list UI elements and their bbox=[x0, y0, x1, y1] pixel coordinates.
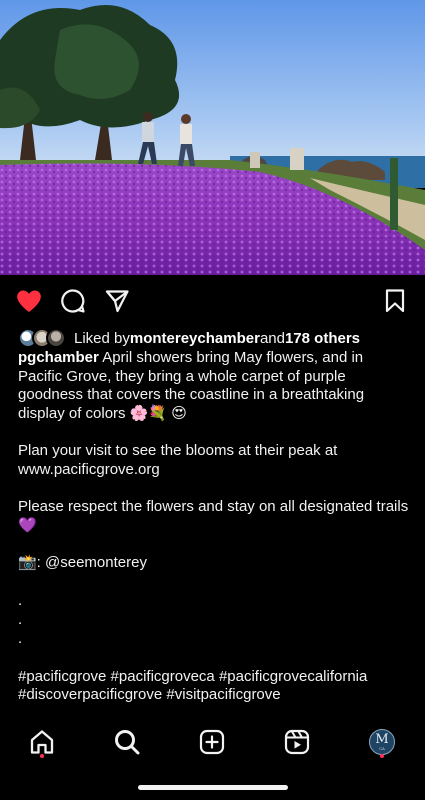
caption-hashtags[interactable]: #discoverpacificgrove #visitpacificgrove bbox=[18, 686, 410, 705]
bookmark-icon bbox=[385, 289, 405, 313]
bottom-tab-bar: M CA bbox=[0, 716, 425, 766]
post-image bbox=[0, 0, 425, 275]
profile-avatar-sub: CA bbox=[379, 746, 385, 751]
post-caption: pgchamber April showers bring May flower… bbox=[18, 349, 410, 705]
liked-by-username[interactable]: montereychamber bbox=[130, 330, 260, 347]
paper-plane-icon bbox=[105, 290, 129, 313]
avatar bbox=[46, 328, 66, 348]
likes-summary[interactable]: Liked by montereychamber and 178 others bbox=[18, 327, 415, 349]
comment-icon bbox=[61, 289, 85, 313]
profile-avatar-initial: M bbox=[375, 732, 389, 747]
caption-main: pgchamber April showers bring May flower… bbox=[18, 349, 410, 423]
caption-author[interactable]: pgchamber bbox=[18, 349, 99, 366]
liker-avatars bbox=[18, 327, 68, 349]
caption-hashtags[interactable]: #pacificgrove #pacificgroveca #pacificgr… bbox=[18, 668, 410, 687]
search-icon bbox=[115, 730, 140, 755]
caption-dot: . bbox=[18, 610, 23, 628]
likes-middle: and bbox=[259, 329, 285, 347]
reels-icon bbox=[284, 729, 310, 755]
tab-search[interactable] bbox=[107, 722, 147, 762]
comment-button[interactable] bbox=[58, 286, 88, 316]
caption-photo-credit: 📸: @seemonterey bbox=[18, 554, 147, 571]
home-notification-dot bbox=[40, 754, 44, 758]
post-photo[interactable] bbox=[0, 0, 425, 275]
caption-dot: . bbox=[18, 629, 23, 647]
caption-paragraph-respect: Please respect the flowers and stay on a… bbox=[18, 498, 413, 534]
save-button[interactable] bbox=[380, 286, 410, 316]
profile-notification-dot bbox=[380, 754, 384, 758]
tab-reels[interactable] bbox=[277, 722, 317, 762]
caption-dot: . bbox=[18, 591, 23, 609]
tab-create[interactable] bbox=[192, 722, 232, 762]
heart-filled-icon bbox=[17, 290, 41, 312]
profile-avatar: M CA bbox=[369, 729, 395, 755]
home-indicator[interactable] bbox=[138, 785, 288, 790]
share-button[interactable] bbox=[102, 286, 132, 316]
likes-prefix: Liked by bbox=[74, 329, 130, 347]
caption-paragraph-visit: Plan your visit to see the blooms at the… bbox=[18, 442, 342, 478]
home-icon bbox=[30, 730, 54, 754]
like-button[interactable] bbox=[14, 286, 44, 316]
post-actions bbox=[0, 286, 425, 316]
plus-square-icon bbox=[199, 729, 225, 755]
likes-others-count[interactable]: 178 others bbox=[285, 330, 360, 347]
